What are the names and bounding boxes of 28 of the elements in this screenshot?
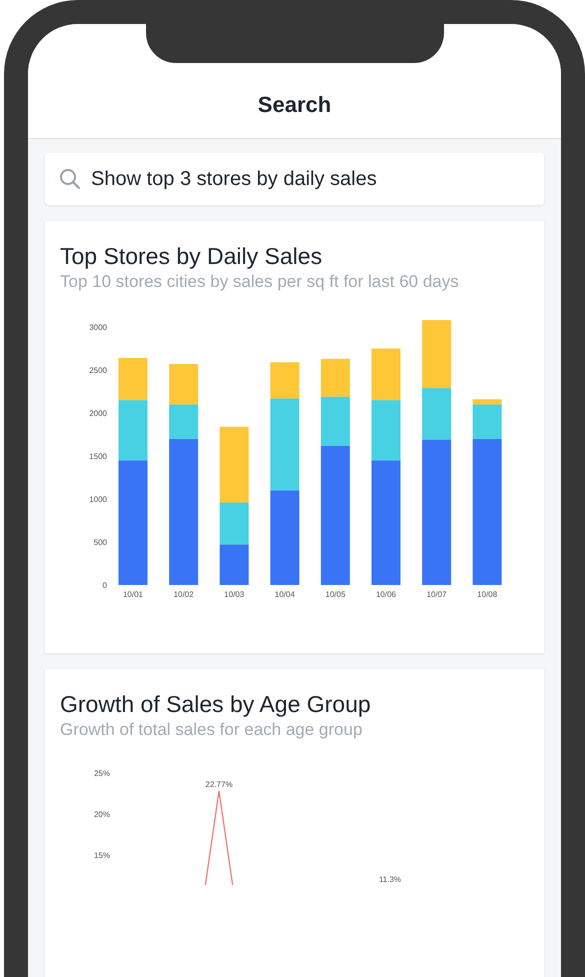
search-box[interactable]: Show top 3 stores by daily sales [45,153,544,205]
y-axis-label: 1000 [89,495,107,504]
x-axis-label: 10/08 [477,590,498,599]
chart-subtitle: Growth of total sales for each age group [59,719,364,741]
search-field[interactable]: Show top 3 stores by daily sales [91,164,530,194]
y-axis-label: 0 [102,581,107,590]
x-axis-label: 10/05 [325,590,346,599]
chart-title: Top Stores by Daily Sales [59,242,324,271]
y-axis-label: 2000 [89,409,107,418]
x-axis-label: 10/02 [174,590,194,599]
x-axis-label: 10/04 [274,590,295,599]
y-axis-label: 500 [94,538,107,547]
y-axis-label: 15% [94,851,110,860]
search-icon [59,168,81,190]
y-axis-label: 2500 [89,366,107,375]
header-title: Search [258,91,332,119]
y-axis-label: 25% [94,769,110,778]
y-axis-label: 20% [94,810,110,819]
y-axis-label: 3000 [89,323,107,332]
chart-title: Growth of Sales by Age Group [59,690,372,719]
x-axis-label: 10/03 [224,590,244,599]
chart-subtitle: Top 10 stores cities by sales per sq ft for last 60 days [59,271,460,293]
x-axis-label: 10/01 [122,590,144,599]
y-axis-label: 1500 [89,452,107,461]
data-label: 22.77% [205,780,233,789]
data-label: 11.3% [378,875,402,884]
x-axis-label: 10/07 [426,590,447,599]
x-axis-label: 10/06 [376,590,396,599]
